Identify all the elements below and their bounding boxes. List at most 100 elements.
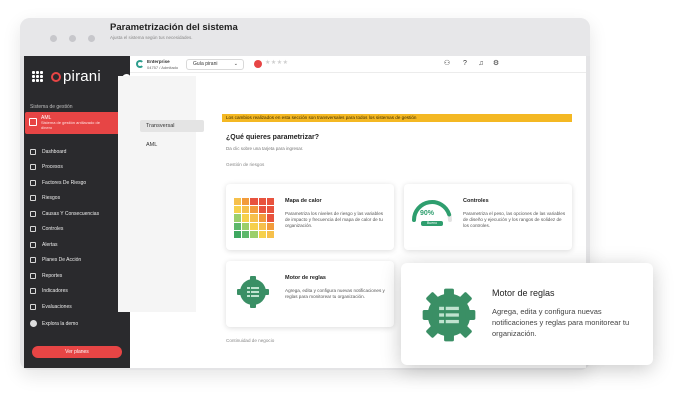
system-icon: [29, 118, 37, 126]
window-dot: [69, 35, 76, 42]
help-icon[interactable]: ?: [461, 60, 469, 68]
plan-name: Enterprise: [147, 59, 170, 64]
tab-transversal[interactable]: Transversal: [140, 120, 204, 132]
action-plan-icon: [30, 257, 36, 264]
heatmap-cell: [242, 230, 250, 238]
heatmap-cell: [234, 198, 242, 206]
sidebar-item-riesgos[interactable]: Riesgos: [24, 191, 130, 207]
active-system-subtitle: Sistema de gestión antilavado de dinero: [41, 120, 100, 130]
topbar: Enterprise 04757 / Admitado Guía pirani …: [130, 56, 586, 73]
logo-text: pirani: [63, 68, 101, 85]
bell-icon[interactable]: ♫: [477, 60, 485, 68]
sidebar-item-planes[interactable]: Planes De Acción: [24, 253, 130, 269]
group-label-continuity: Continuidad de negocio: [226, 338, 275, 343]
tab-aml[interactable]: AML: [140, 139, 204, 151]
indicator-icon: [30, 288, 36, 295]
browser-toolbar: [20, 18, 590, 56]
controls-card-description: Parametriza el peso, las opciones de las…: [463, 211, 566, 229]
heatmap-card[interactable]: Mapa de calor Parametriza los niveles de…: [226, 184, 394, 250]
controls-icon: [30, 226, 36, 233]
rules-zoom-description: Agrega, edita y configura nuevas notific…: [492, 307, 630, 338]
add-user-icon[interactable]: ⚇: [443, 60, 451, 68]
factors-icon: [30, 179, 36, 186]
heatmap-cell: [234, 214, 242, 222]
controls-card[interactable]: 90% Bueno Controles Parametriza el peso,…: [404, 184, 572, 250]
heatmap-cell: [250, 230, 258, 238]
explore-demo-link[interactable]: Explora la demo: [30, 320, 78, 327]
rating-icon[interactable]: [254, 60, 262, 68]
sidebar-item-controles[interactable]: Controles: [24, 222, 130, 238]
causes-icon: [30, 210, 36, 217]
heatmap-cell: [242, 198, 250, 206]
heatmap-cell: [250, 214, 258, 222]
pirani-logo-icon: [51, 71, 61, 82]
info-banner: Los cambios realizados en esta sección s…: [222, 114, 572, 122]
sidebar-item-reportes[interactable]: Reportes: [24, 268, 130, 284]
heatmap-cell: [234, 230, 242, 238]
see-plans-button[interactable]: Ver planes: [32, 346, 122, 358]
heatmap-cell: [234, 206, 242, 214]
process-icon: [30, 164, 36, 171]
heatmap-cell: [234, 222, 242, 230]
heatmap-cell: [242, 214, 250, 222]
sidebar-nav: Dashboard Procesos Factores De Riesgo Ri…: [24, 144, 130, 315]
heatmap-cell: [258, 206, 266, 214]
report-icon: [30, 272, 36, 279]
sidebar-item-factores[interactable]: Factores De Riesgo: [24, 175, 130, 191]
dashboard-icon: [30, 148, 36, 155]
gauge-value: 90%: [420, 210, 435, 217]
sidebar-item-procesos[interactable]: Procesos: [24, 160, 130, 176]
app-grid-icon[interactable]: [32, 71, 43, 82]
group-label-risk: Gestión de riesgos: [226, 162, 265, 167]
heatmap-icon: [234, 198, 274, 238]
stage: pirani ‹ Sistema de gestión AML Sistema …: [0, 0, 700, 393]
sidebar-item-alertas[interactable]: Alertas: [24, 237, 130, 253]
rules-zoom-title: Motor de reglas: [492, 288, 555, 298]
controls-card-title: Controles: [463, 198, 489, 204]
settings-tabs: [118, 76, 196, 312]
guide-dropdown[interactable]: Guía pirani ⌄: [186, 59, 244, 70]
heatmap-cell: [266, 198, 274, 206]
evaluation-icon: [30, 303, 36, 310]
sidebar-item-dashboard[interactable]: Dashboard: [24, 144, 130, 160]
question-subtitle: Da clic sobre una tarjeta para ingresar.: [226, 146, 304, 151]
gear-icon[interactable]: ⚙: [492, 60, 500, 68]
rules-card-zoom[interactable]: Motor de reglas Agrega, edita y configur…: [401, 263, 653, 365]
window-dot: [50, 35, 57, 42]
question-title: ¿Qué quieres parametrizar?: [226, 134, 319, 141]
rules-gear-icon: [237, 276, 269, 308]
heatmap-cell: [250, 222, 258, 230]
heatmap-cell: [258, 198, 266, 206]
heatmap-cell: [242, 222, 250, 230]
plan-logo-icon: [136, 60, 144, 68]
heatmap-cell: [266, 206, 274, 214]
heatmap-cell: [258, 214, 266, 222]
heatmap-card-title: Mapa de calor: [285, 198, 322, 204]
alert-icon: [30, 241, 36, 248]
rules-card-title: Motor de reglas: [285, 275, 326, 281]
heatmap-cell: [258, 222, 266, 230]
chevron-down-icon: ⌄: [233, 61, 238, 67]
heatmap-cell: [266, 230, 274, 238]
rating-stars[interactable]: ★★★★: [265, 59, 289, 66]
sidebar-item-causas[interactable]: Causas Y Consecuencias: [24, 206, 130, 222]
brand: pirani: [32, 68, 101, 85]
heatmap-card-description: Parametriza los niveles de riesgo y las …: [285, 211, 384, 229]
sidebar-item-evaluaciones[interactable]: Evaluaciones: [24, 299, 130, 315]
explore-icon: [30, 320, 37, 327]
section-label: Sistema de gestión: [30, 104, 73, 110]
window-dot: [88, 35, 95, 42]
heatmap-cell: [242, 206, 250, 214]
page-title: Parametrización del sistema: [110, 22, 238, 33]
heatmap-cell: [250, 198, 258, 206]
rules-card[interactable]: Motor de reglas Agrega, edita y configur…: [226, 261, 394, 327]
rules-gear-icon: [422, 288, 476, 342]
gauge-badge: Bueno: [421, 221, 443, 226]
risk-icon: [30, 195, 36, 202]
active-system-selector[interactable]: AML Sistema de gestión antilavado de din…: [25, 112, 128, 134]
page-subtitle: Ajusta el sistema según tus necesidades.: [110, 35, 193, 40]
rules-card-description: Agrega, edita y configura nuevas notific…: [285, 288, 385, 300]
heatmap-cell: [258, 230, 266, 238]
heatmap-cell: [250, 206, 258, 214]
sidebar-item-indicadores[interactable]: Indicadores: [24, 284, 130, 300]
